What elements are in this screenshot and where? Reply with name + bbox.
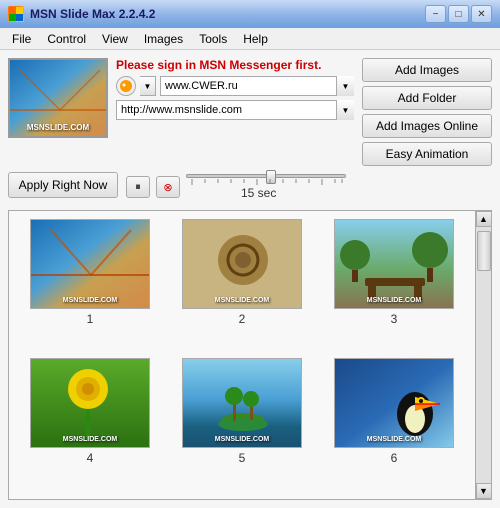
thumb-4[interactable]: MSNSLIDE.COM bbox=[30, 358, 150, 448]
image-grid: MSNSLIDE.COM 1 MSNSLIDE.COM bbox=[9, 211, 475, 499]
flower-thumb-svg bbox=[31, 359, 150, 448]
thumb-6[interactable]: MSNSLIDE.COM bbox=[334, 358, 454, 448]
thumb-1[interactable]: MSNSLIDE.COM bbox=[30, 219, 150, 309]
apply-right-now-button[interactable]: Apply Right Now bbox=[8, 172, 118, 198]
list-item[interactable]: MSNSLIDE.COM 2 bbox=[169, 219, 315, 352]
preview-image: MSNSLIDE.COM bbox=[8, 58, 108, 138]
right-buttons: Add Images Add Folder Add Images Online … bbox=[362, 58, 492, 166]
preview-watermark: MSNSLIDE.COM bbox=[27, 123, 89, 132]
url-input-container-1: ▼ bbox=[160, 76, 354, 96]
titlebar-left: MSN Slide Max 2.2.4.2 bbox=[8, 6, 155, 22]
url-input-1[interactable] bbox=[160, 76, 354, 96]
scroll-thumb[interactable] bbox=[477, 231, 491, 271]
controls-row: Apply Right Now ⏸ ⊗ bbox=[8, 172, 492, 200]
playback-row: ⏸ ⊗ bbox=[126, 174, 346, 200]
watermark-5: MSNSLIDE.COM bbox=[215, 436, 269, 443]
titlebar-controls: − □ ✕ bbox=[425, 5, 492, 23]
close-button[interactable]: ✕ bbox=[471, 5, 492, 23]
image-label-4: 4 bbox=[87, 451, 94, 465]
slider-with-ticks bbox=[186, 174, 346, 178]
image-label-6: 6 bbox=[391, 451, 398, 465]
thumb-5[interactable]: MSNSLIDE.COM bbox=[182, 358, 302, 448]
minimize-button[interactable]: − bbox=[425, 5, 446, 23]
list-item[interactable]: MSNSLIDE.COM 5 bbox=[169, 358, 315, 491]
image-grid-container: MSNSLIDE.COM 1 MSNSLIDE.COM bbox=[8, 210, 492, 500]
pause-icon: ⏸ bbox=[135, 181, 141, 194]
scroll-track[interactable] bbox=[476, 227, 492, 483]
island-thumb-svg bbox=[183, 359, 302, 448]
list-item[interactable]: MSNSLIDE.COM 1 bbox=[17, 219, 163, 352]
snail-thumb-svg bbox=[183, 220, 302, 309]
menu-images[interactable]: Images bbox=[136, 30, 191, 48]
menu-control[interactable]: Control bbox=[39, 30, 94, 48]
ticks-svg bbox=[187, 179, 347, 189]
left-controls: Apply Right Now bbox=[8, 172, 118, 198]
stop-icon: ⊗ bbox=[163, 181, 172, 194]
menu-help[interactable]: Help bbox=[235, 30, 276, 48]
main-content: MSNSLIDE.COM Please sign in MSN Messenge… bbox=[0, 50, 500, 508]
list-item[interactable]: MSNSLIDE.COM 3 bbox=[321, 219, 467, 352]
add-images-online-button[interactable]: Add Images Online bbox=[362, 114, 492, 138]
watermark-4: MSNSLIDE.COM bbox=[63, 436, 117, 443]
scrollbar: ▲ ▼ bbox=[475, 211, 491, 499]
thumb-3[interactable]: MSNSLIDE.COM bbox=[334, 219, 454, 309]
menu-file[interactable]: File bbox=[4, 30, 39, 48]
playback-area: ⏸ ⊗ bbox=[126, 172, 346, 200]
add-images-button[interactable]: Add Images bbox=[362, 58, 492, 82]
bridge-thumb-svg bbox=[31, 220, 150, 309]
preview-img-bg: MSNSLIDE.COM bbox=[10, 60, 106, 136]
watermark-6: MSNSLIDE.COM bbox=[367, 436, 421, 443]
scroll-down-button[interactable]: ▼ bbox=[476, 483, 492, 499]
image-label-2: 2 bbox=[239, 312, 246, 326]
toucan-thumb-svg bbox=[335, 359, 454, 448]
middle-controls: Please sign in MSN Messenger first. ▼ ▼ bbox=[116, 58, 354, 120]
app-icon bbox=[8, 6, 24, 22]
url-row-1: ▼ ▼ bbox=[116, 76, 354, 96]
sign-in-text: Please sign in MSN Messenger first. bbox=[116, 58, 354, 72]
slider-area: 15 sec bbox=[186, 174, 346, 200]
menubar: File Control View Images Tools Help bbox=[0, 28, 500, 50]
stop-button[interactable]: ⊗ bbox=[156, 176, 180, 198]
menu-tools[interactable]: Tools bbox=[191, 30, 235, 48]
titlebar: MSN Slide Max 2.2.4.2 − □ ✕ bbox=[0, 0, 500, 28]
pause-button[interactable]: ⏸ bbox=[126, 176, 150, 198]
bench-thumb-svg bbox=[335, 220, 454, 309]
maximize-button[interactable]: □ bbox=[448, 5, 469, 23]
url-2-dropdown[interactable]: ▼ bbox=[336, 100, 354, 120]
url-input-container-2: ▼ bbox=[116, 100, 354, 120]
image-label-3: 3 bbox=[391, 312, 398, 326]
add-folder-button[interactable]: Add Folder bbox=[362, 86, 492, 110]
url-row-2: ▼ bbox=[116, 100, 354, 120]
watermark-3: MSNSLIDE.COM bbox=[367, 297, 421, 304]
image-label-1: 1 bbox=[87, 312, 94, 326]
thumb-2[interactable]: MSNSLIDE.COM bbox=[182, 219, 302, 309]
msn-dropdown-arrow[interactable]: ▼ bbox=[140, 76, 156, 96]
top-section: MSNSLIDE.COM Please sign in MSN Messenge… bbox=[8, 58, 492, 166]
list-item[interactable]: MSNSLIDE.COM 4 bbox=[17, 358, 163, 491]
menu-view[interactable]: View bbox=[94, 30, 136, 48]
list-item[interactable]: MSNSLIDE.COM 6 bbox=[321, 358, 467, 491]
titlebar-title: MSN Slide Max 2.2.4.2 bbox=[30, 7, 155, 21]
scroll-up-button[interactable]: ▲ bbox=[476, 211, 492, 227]
slider-track[interactable] bbox=[186, 174, 346, 178]
msn-icon bbox=[116, 76, 136, 96]
url-1-dropdown[interactable]: ▼ bbox=[336, 76, 354, 96]
watermark-1: MSNSLIDE.COM bbox=[63, 297, 117, 304]
image-label-5: 5 bbox=[239, 451, 246, 465]
url-input-2[interactable] bbox=[116, 100, 354, 120]
easy-animation-button[interactable]: Easy Animation bbox=[362, 142, 492, 166]
watermark-2: MSNSLIDE.COM bbox=[215, 297, 269, 304]
